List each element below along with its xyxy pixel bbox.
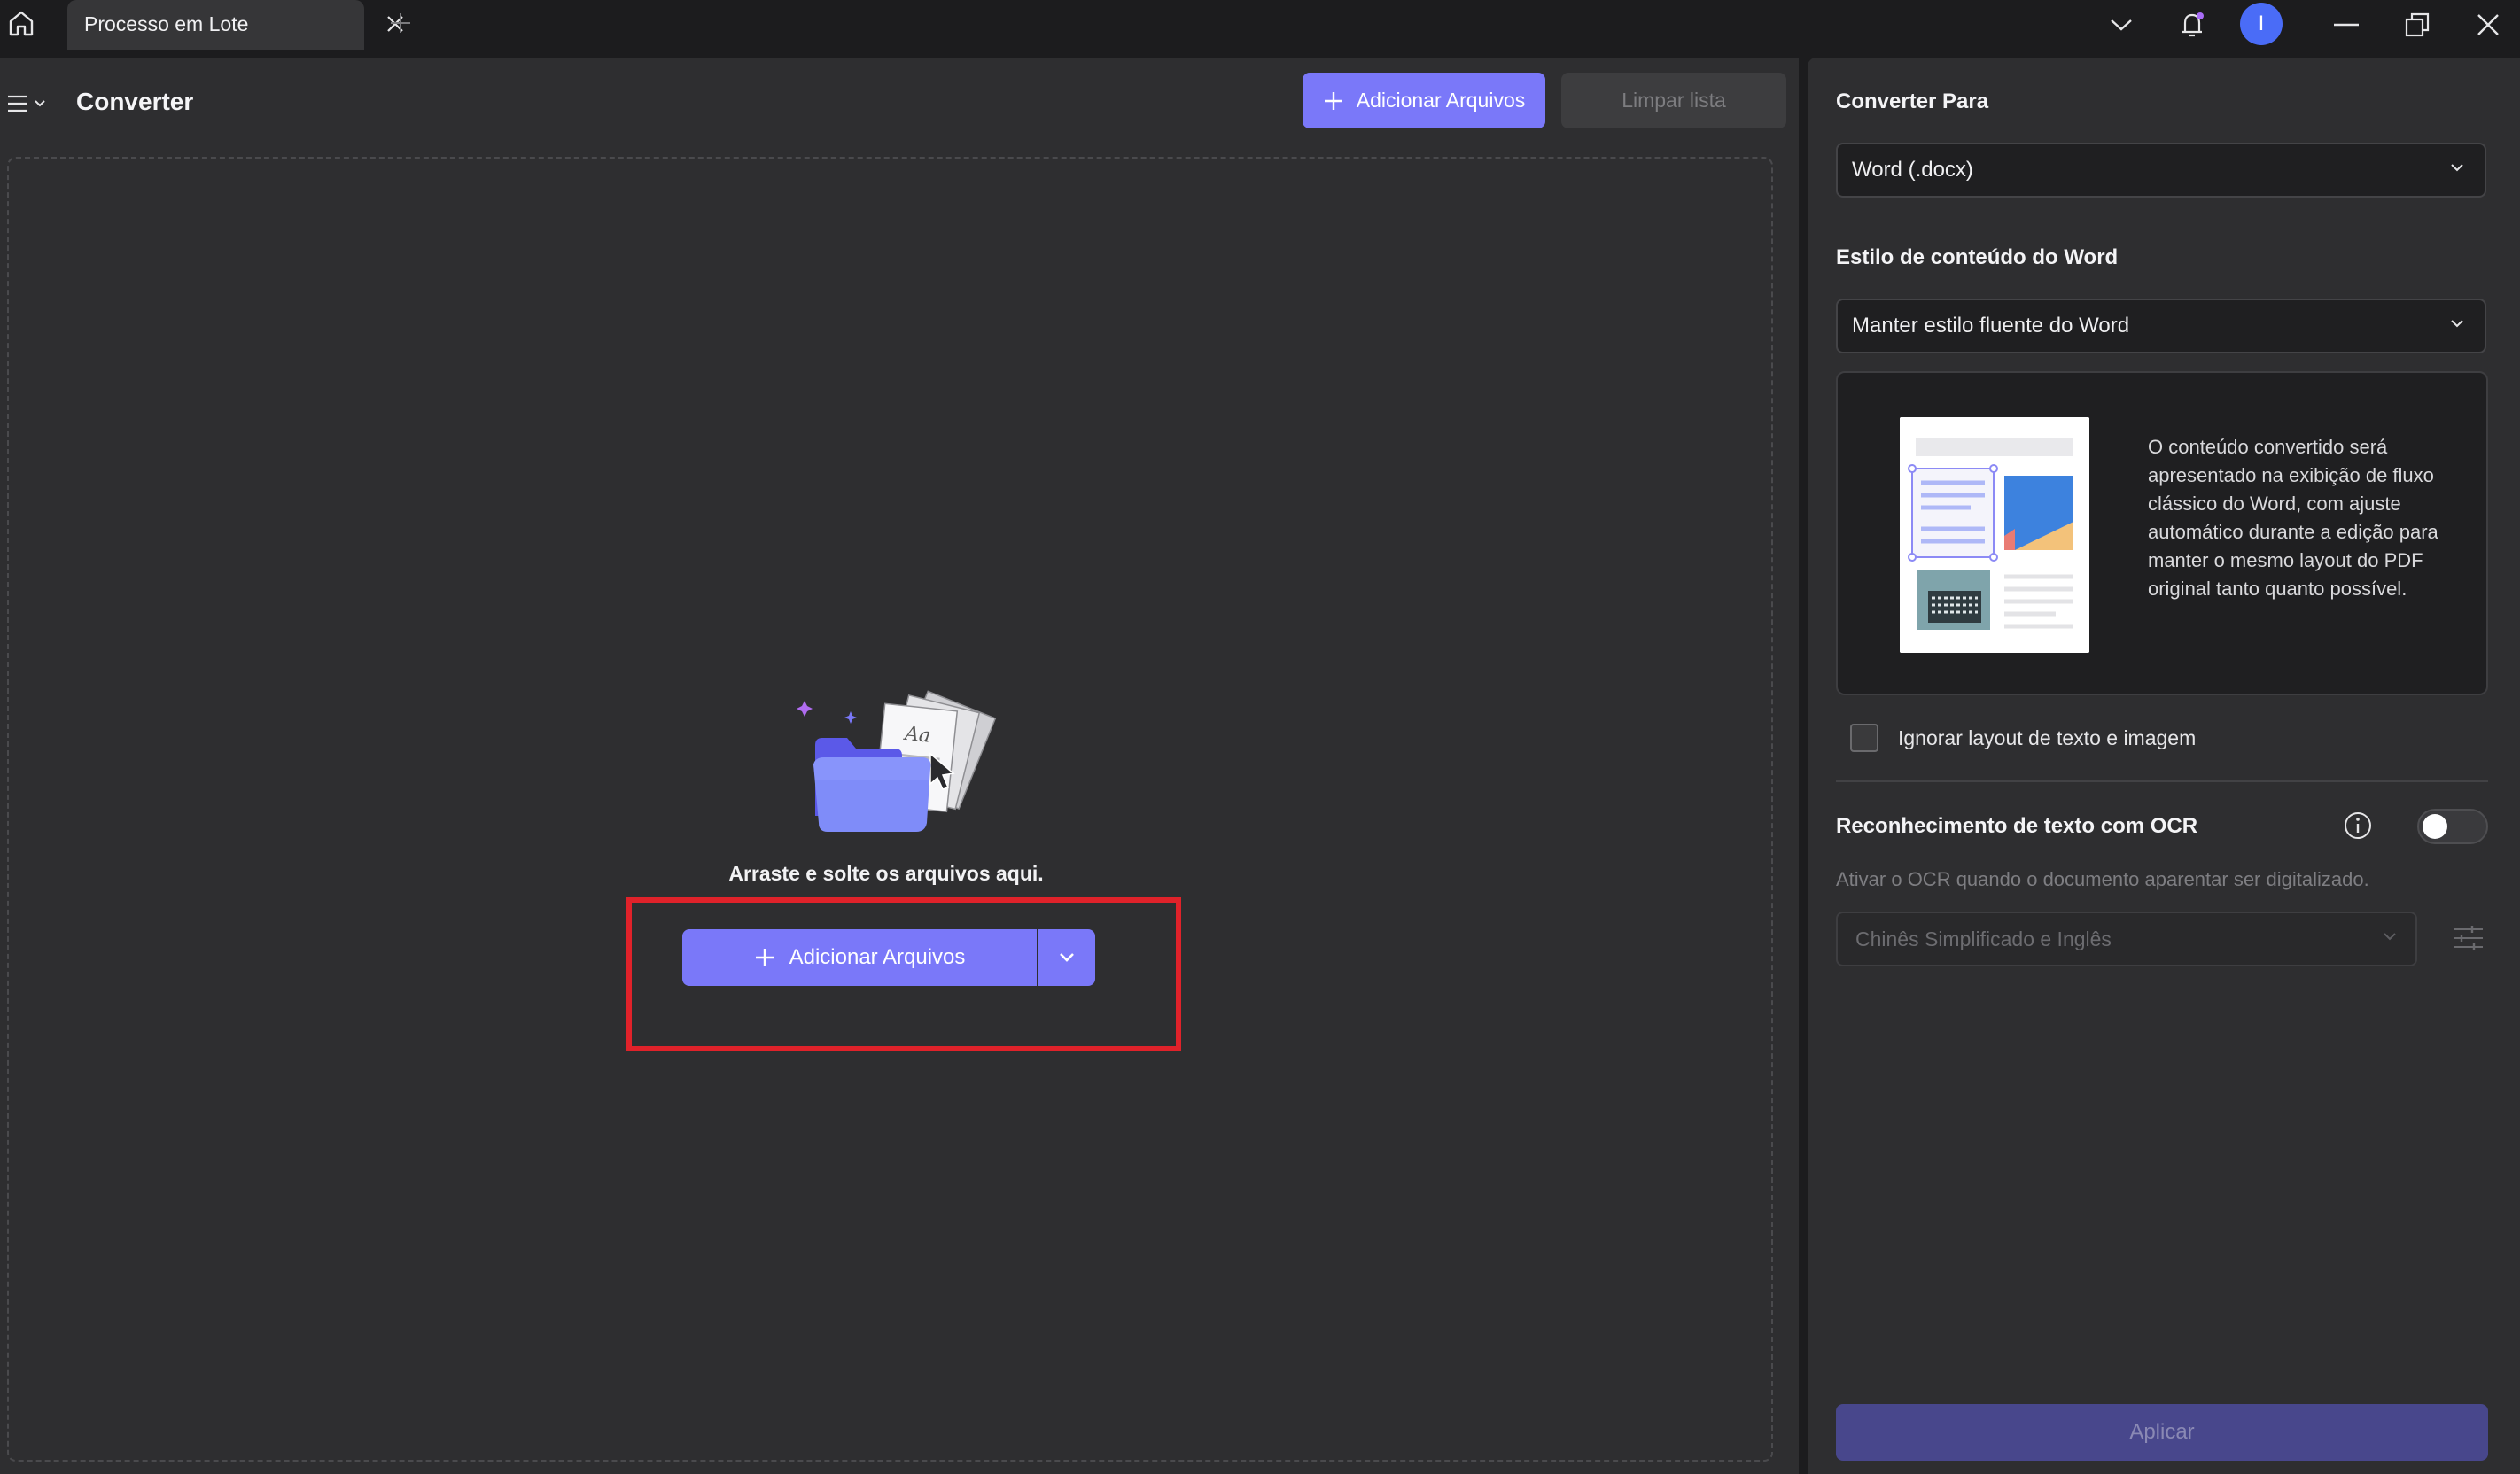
ocr-language-select[interactable]: Chinês Simplificado e Inglês bbox=[1836, 912, 2417, 966]
new-tab-icon[interactable] bbox=[385, 7, 416, 39]
restore-window-icon[interactable] bbox=[2398, 5, 2437, 44]
ocr-settings-icon[interactable] bbox=[2451, 920, 2486, 956]
chevron-down-icon bbox=[1060, 953, 1074, 962]
add-files-dropdown-button[interactable] bbox=[1038, 929, 1095, 986]
preview-description: O conteúdo convertido será apresentado n… bbox=[2148, 436, 2438, 600]
home-icon[interactable] bbox=[4, 5, 39, 41]
ignore-layout-checkbox[interactable] bbox=[1850, 724, 1878, 752]
plus-icon bbox=[1324, 91, 1342, 110]
svg-text:Aa: Aa bbox=[902, 723, 931, 748]
folder-documents-illustration: Aa bbox=[797, 690, 997, 832]
tab-batch-process[interactable]: Processo em Lote bbox=[67, 0, 403, 50]
add-files-main-label: Adicionar Arquivos bbox=[789, 945, 966, 969]
document-preview-thumbnail bbox=[1900, 417, 2089, 653]
drop-instruction: Arraste e solte os arquivos aqui. bbox=[728, 862, 1044, 885]
style-preview-card: O conteúdo convertido será apresentado n… bbox=[1836, 371, 2488, 695]
converter-workspace: Converter Adicionar Arquivos Limpar list… bbox=[0, 58, 1799, 1474]
menu-toggle[interactable] bbox=[7, 88, 53, 120]
ocr-toggle[interactable] bbox=[2417, 809, 2488, 844]
chevron-down-icon bbox=[2451, 164, 2463, 172]
chevron-down-icon bbox=[2451, 320, 2463, 328]
chevron-down-icon[interactable] bbox=[2102, 5, 2141, 44]
add-files-label: Adicionar Arquivos bbox=[1356, 89, 1526, 112]
chevron-down-icon bbox=[2384, 933, 2396, 941]
minimize-icon[interactable] bbox=[2327, 5, 2366, 44]
ignore-layout-option[interactable]: Ignorar layout de texto e imagem bbox=[1850, 724, 2196, 752]
clear-list-button[interactable]: Limpar lista bbox=[1561, 73, 1786, 128]
add-files-button[interactable]: Adicionar Arquivos bbox=[1303, 73, 1545, 128]
tab-label: Processo em Lote bbox=[84, 12, 249, 35]
chevron-down-icon bbox=[35, 100, 45, 107]
toggle-knob bbox=[2423, 814, 2447, 839]
title-bar: Processo em Lote I bbox=[0, 0, 2520, 56]
close-window-icon[interactable] bbox=[2469, 5, 2508, 44]
ocr-language-value: Chinês Simplificado e Inglês bbox=[1855, 927, 2112, 950]
output-format-select[interactable]: Word (.docx) bbox=[1836, 143, 2486, 198]
info-icon[interactable] bbox=[2343, 811, 2373, 841]
add-files-main-button[interactable]: Adicionar Arquivos bbox=[682, 929, 1037, 986]
output-format-value: Word (.docx) bbox=[1852, 158, 1973, 182]
plus-icon bbox=[755, 949, 774, 966]
conversion-settings-panel: Converter Para Word (.docx) Estilo de co… bbox=[1808, 58, 2520, 1474]
ocr-description: Ativar o OCR quando o documento aparenta… bbox=[1836, 868, 2369, 890]
ignore-layout-label: Ignorar layout de texto e imagem bbox=[1898, 725, 2197, 749]
word-style-value: Manter estilo fluente do Word bbox=[1852, 314, 2130, 337]
user-avatar[interactable]: I bbox=[2240, 3, 2283, 45]
convert-to-label: Converter Para bbox=[1836, 89, 1989, 113]
word-style-select[interactable]: Manter estilo fluente do Word bbox=[1836, 299, 2486, 353]
menu-icon bbox=[8, 95, 27, 112]
page-title: Converter bbox=[76, 88, 194, 115]
ocr-label: Reconhecimento de texto com OCR bbox=[1836, 814, 2198, 838]
divider bbox=[1836, 780, 2488, 782]
notification-bell-icon[interactable] bbox=[2173, 5, 2212, 44]
word-style-label: Estilo de conteúdo do Word bbox=[1836, 245, 2119, 269]
apply-button[interactable]: Aplicar bbox=[1836, 1404, 2488, 1461]
